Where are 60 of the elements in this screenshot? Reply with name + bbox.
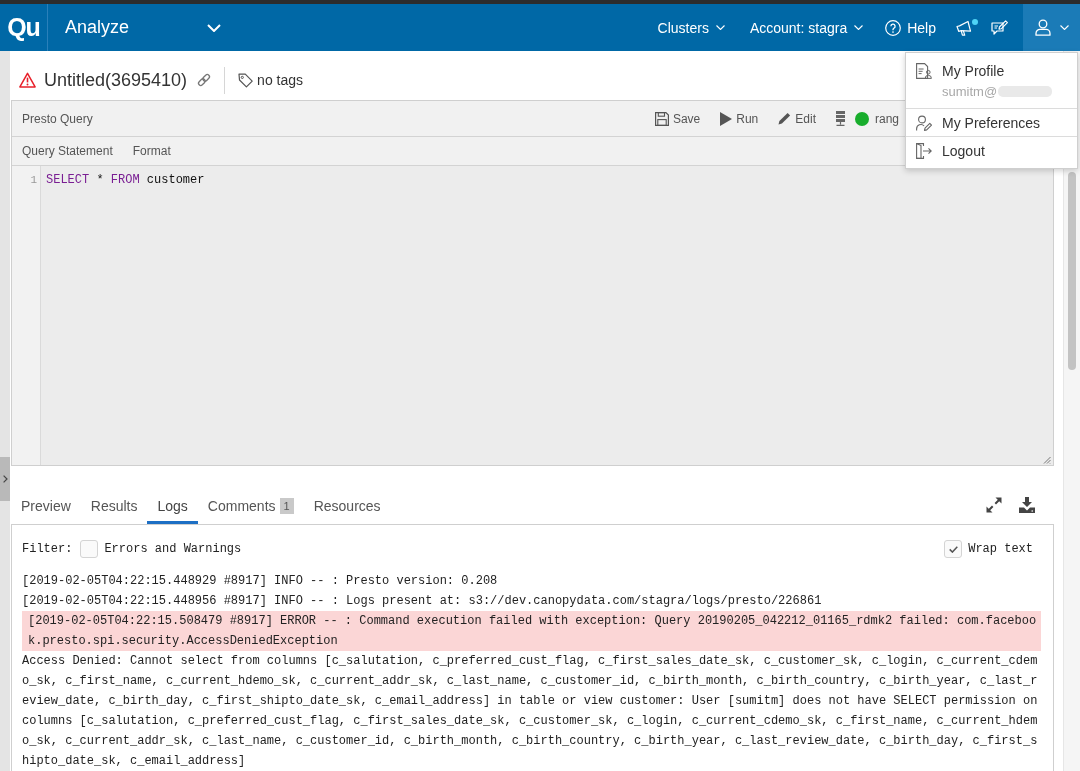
save-icon [654,111,669,126]
caret-icon [854,25,864,30]
chevron-right-icon [2,475,8,483]
menu-item[interactable]: Logout [906,137,1077,164]
checkmark-icon [948,545,958,553]
query-type-label: Presto Query [22,111,93,126]
editor-subtab[interactable]: Format [126,144,177,158]
checkbox[interactable] [944,540,963,558]
result-tab[interactable]: Results [80,490,148,524]
checkbox-label: Errors and Warnings [104,542,242,556]
play-icon [720,111,733,126]
scrollbar-thumb[interactable] [1068,172,1076,370]
preferences-icon [916,114,932,131]
toolbar-button[interactable]: Save [654,111,701,126]
toolbar-button[interactable]: Edit [778,111,816,126]
download-icon[interactable] [1019,497,1035,513]
filter-label: Filter: [22,542,73,556]
user-icon [1034,19,1051,36]
pencil-icon [778,112,792,125]
result-tab[interactable]: Resources [303,490,391,524]
menu-item[interactable]: My Preferences [906,109,1077,136]
chevron-down-icon [207,23,221,32]
result-tab[interactable]: Preview [11,490,81,524]
checkbox[interactable] [80,540,99,558]
toolbar-button[interactable]: Run [720,111,759,126]
link-icon[interactable] [196,72,213,88]
feedback-icon [991,20,1009,35]
caret-icon [715,25,725,30]
editor-subtab[interactable]: Query Statement [16,144,119,158]
comment-count-badge: 1 [279,497,294,514]
server-icon [835,111,845,126]
profile-icon [916,63,932,79]
log-entry: [2019-02-05T04:22:15.448929 #8917] INFO -- : Presto version: 0.208 [22,573,499,590]
tags-button[interactable]: no tags [238,72,304,88]
expand-icon[interactable] [986,497,1002,513]
code-editor-field[interactable]: 1 SELECT * FROM customer [12,166,1053,465]
log-message: Access Denied: Cannot select from columns [c_salutation, c_preferred_cust_flag, c_first_sales_date_sk, c_customer_sk, c_login, c_current_cdemo_sk, c_first_name, c_current_hdemo_sk, c_current_addr_sk, c_last_name, c_customer_id, c_birth_month, c_birth_country, c_birth_year, c_last_review_date, c_birth_day, c_first_shipto_date_sk, c_email_address] in table or view customer: User [sumitm] does not have SELECT permission on columns [c_salutation, c_preferred_cust_flag, c_first_sales_date_sk, c_customer_sk, c_login, c_current_cdemo_sk, c_first_name, c_current_hdemo_sk, c_current_addr_sk, c_last_name, c_customer_id, c_birth_month, c_birth_country, c_birth_year, c_last_review_date, c_birth_day, c_first_shipto_date_sk, c_email_address] [22,653,1039,770]
help-link[interactable]: Help [885,4,936,51]
menu-item[interactable]: My Profile [906,61,1077,81]
help-icon [885,19,902,36]
code-line: SELECT * FROM customer [46,172,205,189]
cluster-selector[interactable]: rang [835,111,899,126]
checkbox-label: Wrap text [968,542,1033,556]
resize-grip-icon[interactable] [1043,456,1051,464]
user-email: sumitm@ [942,83,998,99]
line-number: 1 [29,173,38,188]
nav-dropdown-menu[interactable]: Clusters [657,4,725,51]
logout-icon [916,142,932,159]
user-menu-button[interactable] [1023,4,1080,51]
megaphone-icon [956,19,972,36]
tag-icon [238,72,254,88]
nav-dropdown-menu[interactable]: Account: stagra [749,4,864,51]
app-switcher[interactable]: Analyze [48,4,240,51]
panel-toggle[interactable] [0,457,10,501]
result-tab[interactable]: Comments 1 [197,490,304,524]
result-tab[interactable]: Logs [147,490,198,524]
log-entry: [2019-02-05T04:22:15.448956 #8917] INFO -- : Logs present at: s3://dev.canopydata.com/stagra/logs/presto/226861 [22,593,823,610]
caret-icon [1059,25,1069,30]
log-error-entry: [2019-02-05T04:22:15.508479 #8917] ERROR -- : Command execution failed with exception: Query 20190205_042212_01165_rdmk2 failed: com.facebook.presto.spi.security.AccessDeniedException [22,611,1041,651]
command-title: Untitled(3695410) [44,69,188,91]
